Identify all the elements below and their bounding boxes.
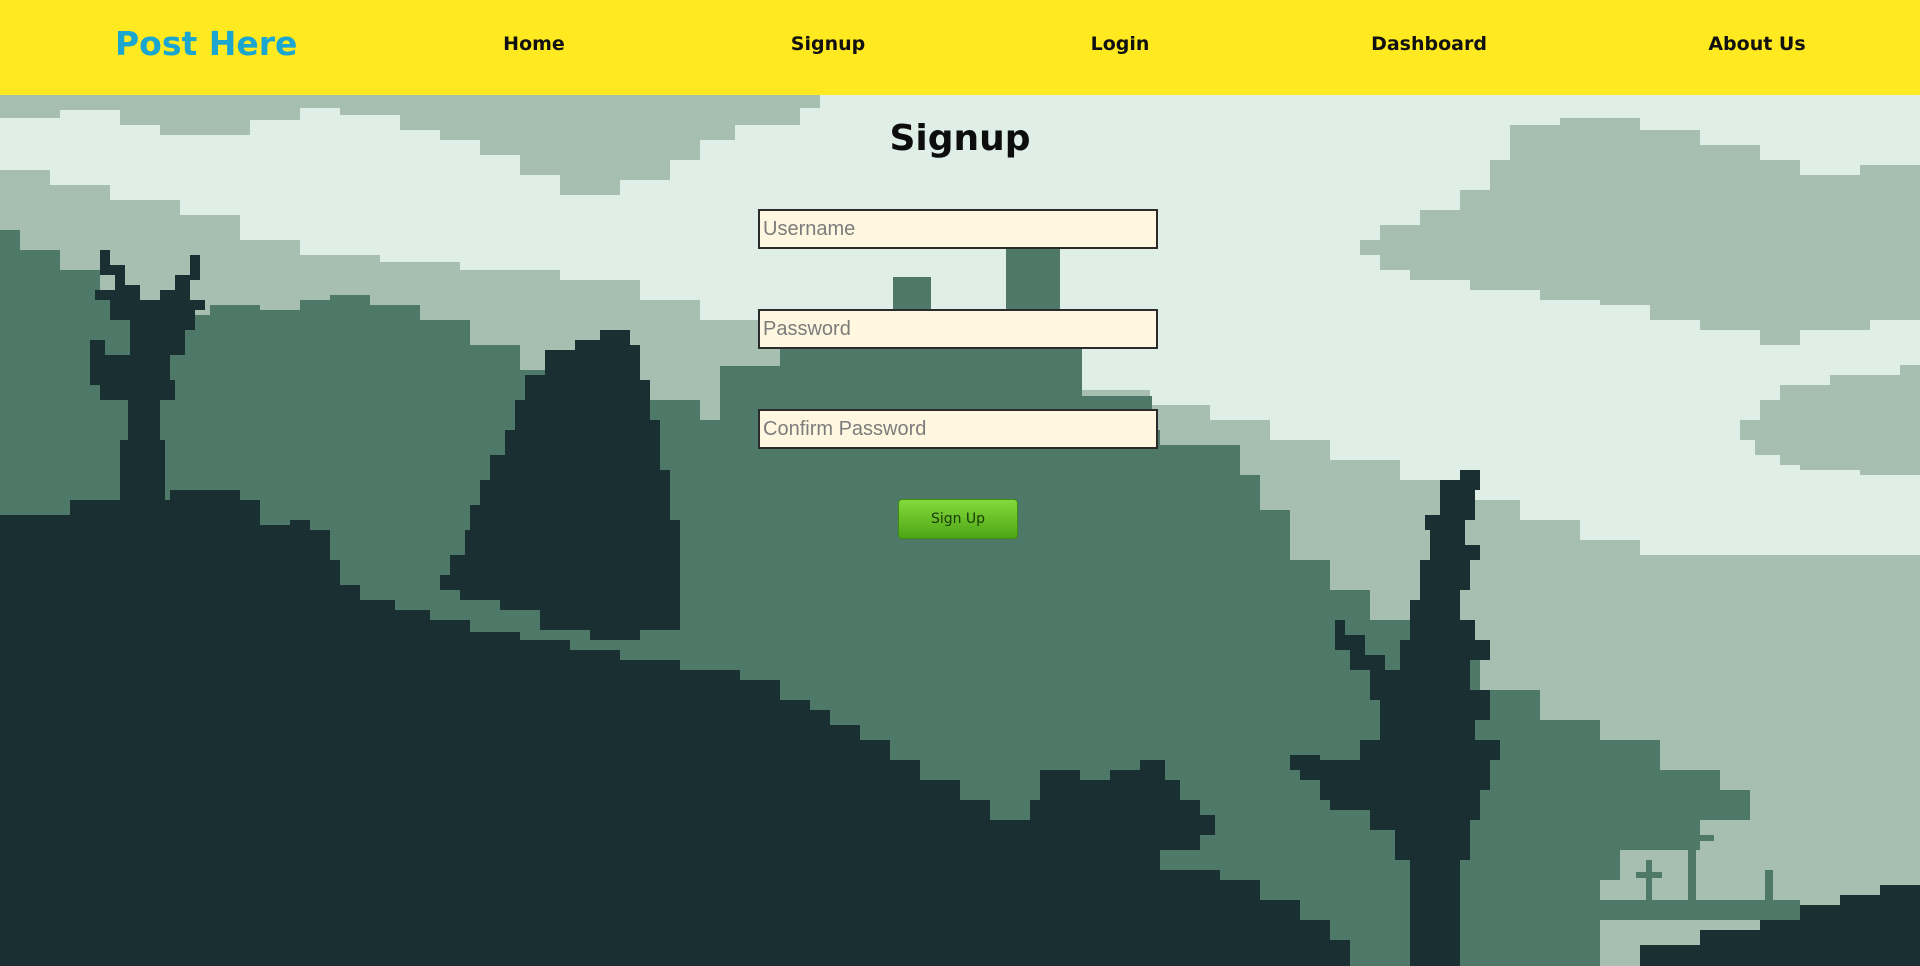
top-navbar: Post Here Home Signup Login Dashboard Ab… <box>0 0 1920 95</box>
password-input[interactable] <box>758 309 1158 349</box>
nav-link-home[interactable]: Home <box>503 33 565 55</box>
page-title: Signup <box>889 118 1031 159</box>
brand-logo[interactable]: Post Here <box>115 24 297 63</box>
sign-up-button[interactable]: Sign Up <box>898 499 1018 539</box>
nav-link-about-us[interactable]: About Us <box>1708 33 1805 55</box>
nav-link-login[interactable]: Login <box>1091 33 1150 55</box>
nav-link-dashboard[interactable]: Dashboard <box>1371 33 1487 55</box>
username-input[interactable] <box>758 209 1158 249</box>
confirm-password-input[interactable] <box>758 409 1158 449</box>
nav-link-signup[interactable]: Signup <box>791 33 865 55</box>
